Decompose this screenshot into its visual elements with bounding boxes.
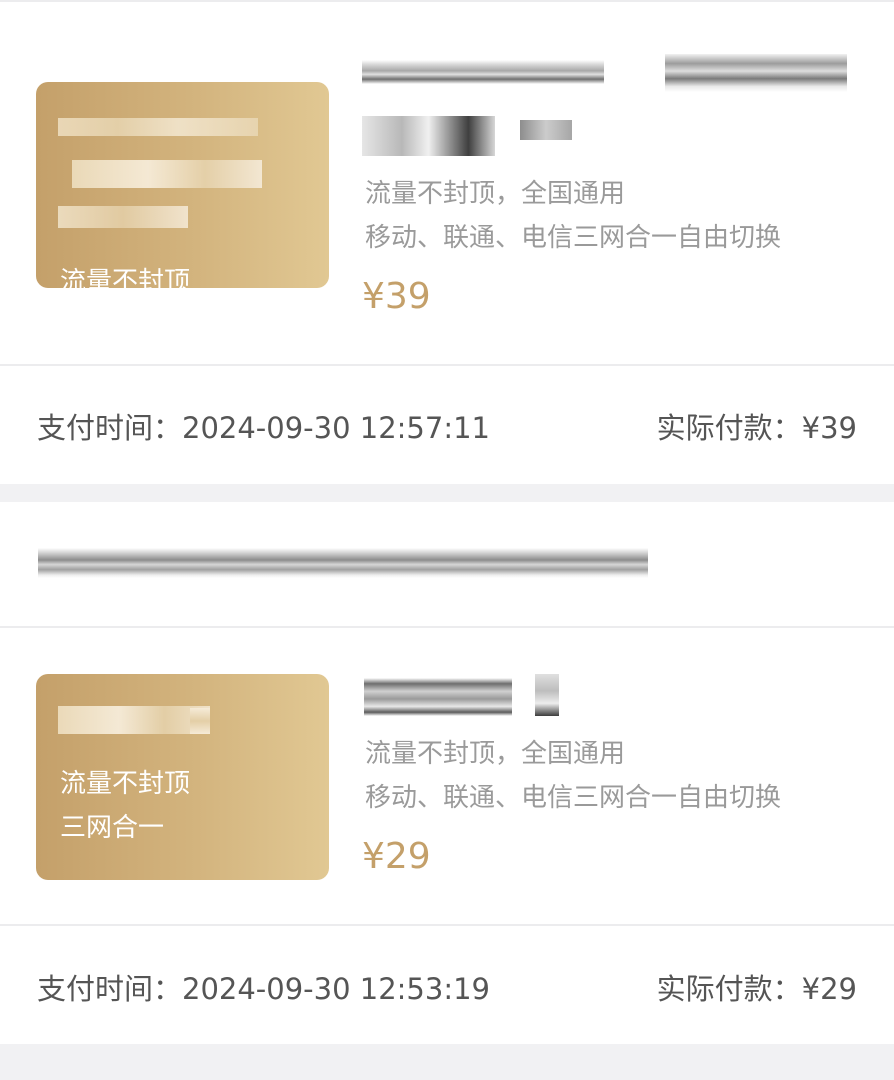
payment-time: 支付时间：2024-09-30 12:53:19 bbox=[37, 972, 490, 1006]
redacted-shop-name bbox=[38, 548, 648, 578]
redacted-text bbox=[58, 206, 188, 228]
payment-time: 支付时间：2024-09-30 12:57:11 bbox=[37, 411, 490, 445]
top-divider bbox=[0, 0, 894, 2]
actual-payment: 实际付款：¥29 bbox=[656, 972, 857, 1006]
section-divider bbox=[0, 924, 894, 926]
price: ¥29 bbox=[362, 836, 431, 877]
redacted-text bbox=[58, 118, 258, 136]
product-image[interactable]: 流量不封顶 三网合一 bbox=[36, 674, 329, 880]
redacted-title bbox=[665, 54, 847, 92]
section-divider bbox=[0, 626, 894, 628]
redacted-title bbox=[535, 674, 559, 716]
description-line-2: 移动、联通、电信三网合一自由切换 bbox=[365, 223, 782, 253]
redacted-title bbox=[362, 116, 495, 156]
actual-payment: 实际付款：¥39 bbox=[656, 411, 857, 445]
section-divider bbox=[0, 364, 894, 366]
order-card[interactable]: 流量不封顶 三网合一 流量不封顶，全国通用 移动、联通、电信三网合一自由切换 ¥… bbox=[0, 502, 894, 1044]
redacted-title bbox=[364, 678, 512, 716]
card-label-three-network: 三网合一 bbox=[60, 813, 165, 843]
card-label-unlimited: 流量不封顶 bbox=[60, 769, 191, 799]
card-label-unlimited: 流量不封顶 bbox=[60, 267, 191, 288]
description-line-1: 流量不封顶，全国通用 bbox=[365, 739, 626, 769]
product-image[interactable]: 流量不封顶 bbox=[36, 82, 329, 288]
redacted-text bbox=[58, 706, 210, 734]
description-line-1: 流量不封顶，全国通用 bbox=[365, 179, 626, 209]
redacted-title bbox=[362, 60, 604, 84]
description-line-2: 移动、联通、电信三网合一自由切换 bbox=[365, 783, 782, 813]
price: ¥39 bbox=[362, 276, 431, 317]
order-card[interactable]: 流量不封顶 流量不封顶，全国通用 移动、联通、电信三网合一自由切换 ¥39 支付… bbox=[0, 0, 894, 484]
redacted-text bbox=[72, 160, 262, 188]
redacted-text bbox=[190, 708, 210, 734]
redacted-title bbox=[520, 120, 572, 140]
